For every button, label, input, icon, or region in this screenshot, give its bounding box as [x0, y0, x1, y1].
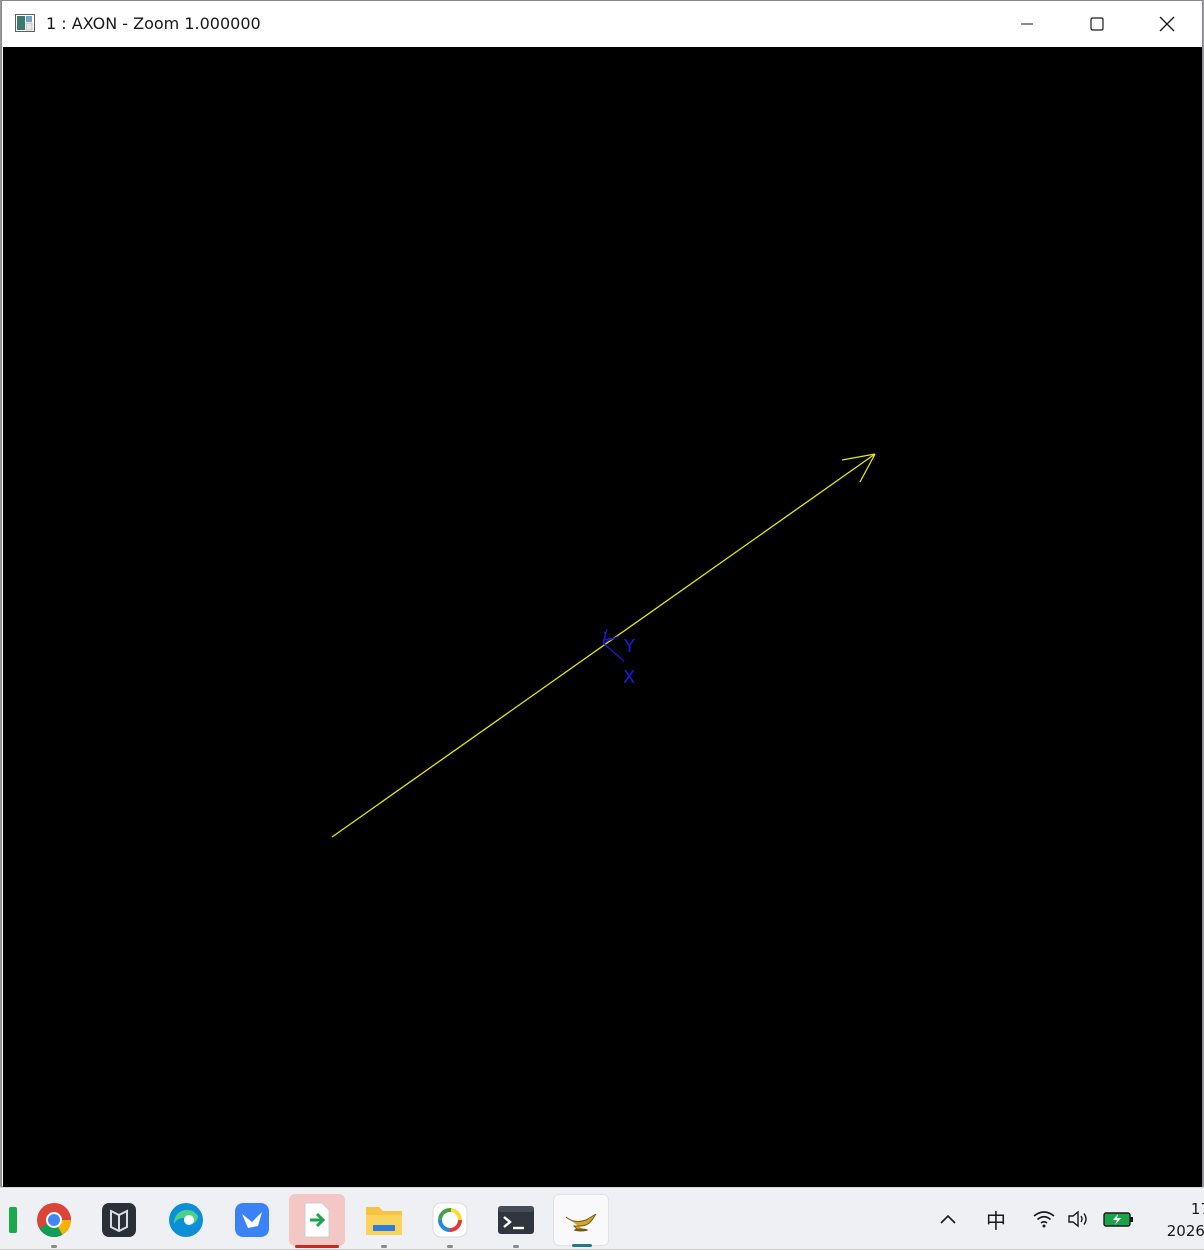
taskbar-item-feishu[interactable] [224, 1194, 280, 1246]
transfer-icon [304, 1202, 330, 1238]
minimize-icon [1021, 23, 1033, 25]
lamp-icon [565, 1213, 597, 1232]
axis-label-x: X [623, 667, 635, 688]
wifi-button[interactable] [1028, 1188, 1060, 1250]
taskbar-item-terminal[interactable] [488, 1194, 544, 1248]
app-window-icon [15, 14, 35, 32]
taskbar-item-chrome[interactable] [26, 1194, 82, 1248]
edge-icon [169, 1203, 203, 1237]
axon-window: 1 : AXON - Zoom 1.000000 Y X [1, 0, 1203, 1187]
file-explorer-icon [366, 1207, 402, 1235]
taskbar-item-transfer[interactable] [289, 1194, 345, 1248]
battery-icon [1103, 1212, 1133, 1227]
maximize-icon [1090, 17, 1104, 31]
terminal-icon [498, 1206, 534, 1234]
axis-label-y: Y [623, 636, 636, 657]
render-viewport[interactable]: Y X [3, 47, 1202, 1187]
clock-time: 17 [1190, 1200, 1204, 1218]
taskbar-item-lamp[interactable] [553, 1194, 609, 1247]
taskbar: 中 17 2026/ [0, 1187, 1204, 1249]
scene-canvas: Y X [331, 453, 876, 838]
title-bar[interactable]: 1 : AXON - Zoom 1.000000 [2, 1, 1202, 47]
tray-overflow-button[interactable] [932, 1188, 964, 1250]
vector-arrowhead-lower [859, 453, 876, 483]
green-app-icon [9, 1207, 17, 1233]
chevron-up-icon [940, 1214, 956, 1224]
colorful-app-icon [432, 1202, 468, 1238]
taskbar-item-colorful-app[interactable] [422, 1194, 478, 1248]
clock-date: 2026/ [1166, 1222, 1204, 1240]
wifi-icon [1033, 1211, 1055, 1228]
taskbar-item-dark-app[interactable] [91, 1194, 147, 1246]
desktop: 1 : AXON - Zoom 1.000000 Y X 中 1 2026 [0, 0, 1204, 1249]
close-icon [1159, 16, 1175, 32]
close-button[interactable] [1132, 1, 1202, 47]
volume-icon [1068, 1210, 1087, 1228]
taskbar-item-file-explorer[interactable] [356, 1194, 412, 1248]
maximize-button[interactable] [1062, 1, 1132, 47]
chrome-icon [37, 1203, 71, 1237]
taskbar-item-edge[interactable] [158, 1194, 214, 1246]
system-clock[interactable]: 17 2026/ [1150, 1198, 1204, 1242]
window-title: 1 : AXON - Zoom 1.000000 [46, 14, 261, 33]
dark-app-icon [102, 1203, 136, 1237]
battery-button[interactable] [1100, 1188, 1138, 1250]
ime-indicator[interactable]: 中 [978, 1188, 1014, 1250]
feishu-icon [235, 1203, 269, 1237]
vector-line [331, 453, 876, 838]
volume-button[interactable] [1062, 1188, 1094, 1250]
minimize-button[interactable] [992, 1, 1062, 47]
